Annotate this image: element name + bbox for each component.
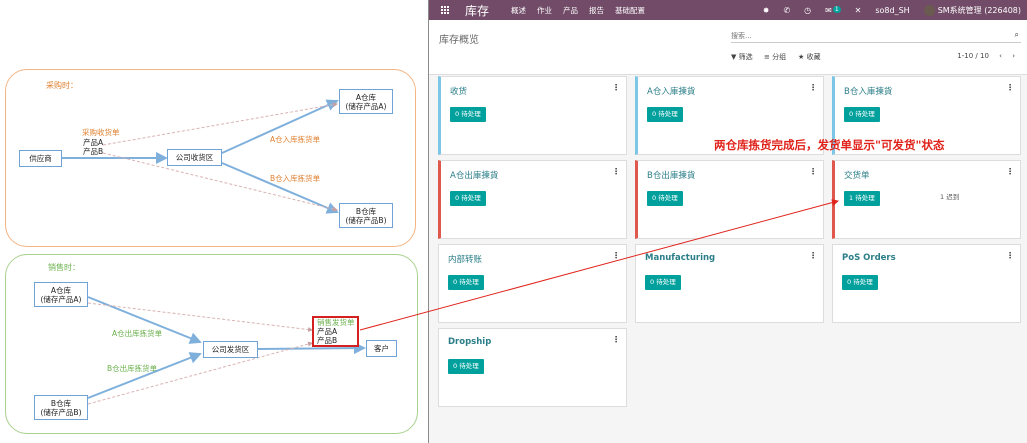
receipt-zone-node: 公司收货区 <box>167 149 222 166</box>
apps-grid-icon[interactable] <box>440 6 449 15</box>
sales-warehouse-b-node: B仓库 (储存产品B) <box>34 395 88 420</box>
customer-node: 客户 <box>366 340 397 357</box>
sales-delivery-node: 销售发货单 产品A 产品B <box>312 316 359 347</box>
card-todo-button[interactable]: 0 待处理 <box>842 275 878 290</box>
card-todo-button[interactable]: 0 待处理 <box>450 191 486 206</box>
card-menu-icon[interactable]: ⋮ <box>809 83 817 92</box>
company-switcher[interactable]: so8d_SH <box>875 6 909 15</box>
card-late-link[interactable]: 1 迟到 <box>940 191 959 201</box>
card-menu-icon[interactable]: ⋮ <box>1006 167 1014 176</box>
pager-prev-icon[interactable]: ‹ <box>999 52 1002 60</box>
search-input[interactable] <box>731 29 1001 42</box>
search-icon[interactable]: ⌕ <box>1015 30 1019 40</box>
kanban-card-receipts[interactable]: 收货 ⋮ 0 待处理 <box>438 76 627 155</box>
control-panel: 库存概览 ⌕ <box>429 20 1027 75</box>
card-title[interactable]: 收货 <box>450 85 467 97</box>
purchase-warehouse-a-node: A仓库 (储存产品A) <box>339 89 393 114</box>
app-brand[interactable]: 库存 <box>465 2 489 19</box>
sales-warehouse-a-node: A仓库 (储存产品A) <box>34 282 88 307</box>
a-outbound-label: A仓出库拣货单 <box>112 329 163 338</box>
search-bar: ⌕ <box>731 29 1021 43</box>
star-icon: ★ <box>798 53 805 61</box>
menu-operations[interactable]: 作业 <box>537 5 552 16</box>
card-todo-button[interactable]: 0 待处理 <box>645 275 681 290</box>
filter-button[interactable]: ▼ 筛选 <box>731 52 753 62</box>
kanban-card-pos-orders[interactable]: PoS Orders ⋮ 0 待处理 <box>832 244 1021 323</box>
card-title[interactable]: PoS Orders <box>842 253 896 263</box>
kanban-card-b-outbound[interactable]: B仓出庫揀貨 ⋮ 0 待处理 <box>635 160 824 239</box>
card-menu-icon[interactable]: ⋮ <box>612 251 620 260</box>
card-title[interactable]: Dropship <box>448 337 491 347</box>
group-by-button[interactable]: ≡ 分组 <box>764 52 786 62</box>
purchase-product-b-label: 产品B <box>83 147 104 156</box>
kanban-view: 收货 ⋮ 0 待处理 A仓入庫揀貨 ⋮ 0 待处理 B仓入庫揀貨 ⋮ 0 待处理… <box>429 76 1027 443</box>
tools-icon[interactable]: ✕ <box>855 6 862 15</box>
annotation-text: 两仓库拣货完成后，发货单显示"可发货"状态 <box>714 138 945 152</box>
user-menu[interactable]: SM系统管理 (226408) <box>938 5 1021 16</box>
menu-reporting[interactable]: 报告 <box>589 5 604 16</box>
card-title[interactable]: 内部转账 <box>448 253 482 265</box>
top-navbar: 库存 概述 作业 产品 报告 基础配置 ✸ ✆ ◷ ✉ 1 ✕ so8d_SH S… <box>429 0 1027 20</box>
chat-icon[interactable]: ✉ 1 <box>825 5 841 15</box>
kanban-card-internal-transfers[interactable]: 内部转账 ⋮ 0 待处理 <box>438 244 627 323</box>
kanban-card-manufacturing[interactable]: Manufacturing ⋮ 0 待处理 <box>635 244 824 323</box>
sales-group-title: 销售时： <box>48 263 80 272</box>
card-menu-icon[interactable]: ⋮ <box>809 251 817 260</box>
purchase-receipt-label: 采购收货单 <box>82 128 120 137</box>
shipping-zone-node: 公司发货区 <box>203 341 258 358</box>
card-menu-icon[interactable]: ⋮ <box>612 167 620 176</box>
card-todo-button[interactable]: 0 待处理 <box>448 359 484 374</box>
filter-icon: ▼ <box>731 53 737 61</box>
b-outbound-label: B仓出库拣货单 <box>107 364 158 373</box>
card-title[interactable]: B仓入庫揀貨 <box>844 85 892 97</box>
card-title[interactable]: 交货单 <box>844 169 870 181</box>
card-menu-icon[interactable]: ⋮ <box>612 83 620 92</box>
inventory-app: 库存 概述 作业 产品 报告 基础配置 ✸ ✆ ◷ ✉ 1 ✕ so8d_SH S… <box>428 0 1027 443</box>
kanban-card-dropship[interactable]: Dropship ⋮ 0 待处理 <box>438 328 627 407</box>
card-todo-button[interactable]: 0 待处理 <box>448 275 484 290</box>
pager: 1-10 / 10 ‹ › <box>949 52 1015 60</box>
card-title[interactable]: Manufacturing <box>645 253 715 263</box>
card-todo-button[interactable]: 0 待处理 <box>844 107 880 122</box>
navbar-systray: ✸ ✆ ◷ ✉ 1 ✕ so8d_SH SM系统管理 (226408) <box>749 0 1021 20</box>
kanban-card-delivery-orders[interactable]: 交货单 ⋮ 1 待处理 1 迟到 <box>832 160 1021 239</box>
menu-overview[interactable]: 概述 <box>511 5 526 16</box>
purchase-product-a-label: 产品A <box>83 138 104 147</box>
purchase-group-title: 采购时： <box>46 81 78 90</box>
list-icon: ≡ <box>764 53 770 61</box>
pager-value[interactable]: 1-10 / 10 <box>957 52 989 60</box>
card-title[interactable]: B仓出庫揀貨 <box>647 169 695 181</box>
favorites-button[interactable]: ★ 收藏 <box>798 52 821 62</box>
clock-icon[interactable]: ◷ <box>804 6 811 15</box>
menu-configuration[interactable]: 基础配置 <box>615 5 645 16</box>
breadcrumb: 库存概览 <box>439 35 479 46</box>
chat-badge: 1 <box>832 5 841 13</box>
card-todo-button[interactable]: 0 待处理 <box>647 107 683 122</box>
avatar[interactable] <box>923 4 935 16</box>
card-menu-icon[interactable]: ⋮ <box>809 167 817 176</box>
card-title[interactable]: A仓入庫揀貨 <box>647 85 695 97</box>
kanban-card-a-outbound[interactable]: A仓出庫揀貨 ⋮ 0 待处理 <box>438 160 627 239</box>
menu-products[interactable]: 产品 <box>563 5 578 16</box>
pager-next-icon[interactable]: › <box>1012 52 1015 60</box>
a-putaway-label: A仓入库拣货单 <box>270 135 321 144</box>
card-menu-icon[interactable]: ⋮ <box>612 335 620 344</box>
card-todo-button[interactable]: 1 待处理 <box>844 191 880 206</box>
purchase-warehouse-b-node: B仓库 (储存产品B) <box>339 203 393 228</box>
process-diagram: 采购时： 销售时： 供应商 公司收货区 A仓库 (储存产品A) B仓库 (储存产… <box>0 0 428 443</box>
card-menu-icon[interactable]: ⋮ <box>1006 251 1014 260</box>
bug-icon[interactable]: ✸ <box>763 6 770 15</box>
supplier-node: 供应商 <box>19 150 62 167</box>
card-todo-button[interactable]: 0 待处理 <box>450 107 486 122</box>
b-putaway-label: B仓入库拣货单 <box>270 174 321 183</box>
card-title[interactable]: A仓出庫揀貨 <box>450 169 498 181</box>
card-todo-button[interactable]: 0 待处理 <box>647 191 683 206</box>
phone-icon[interactable]: ✆ <box>783 6 790 15</box>
card-menu-icon[interactable]: ⋮ <box>1006 83 1014 92</box>
